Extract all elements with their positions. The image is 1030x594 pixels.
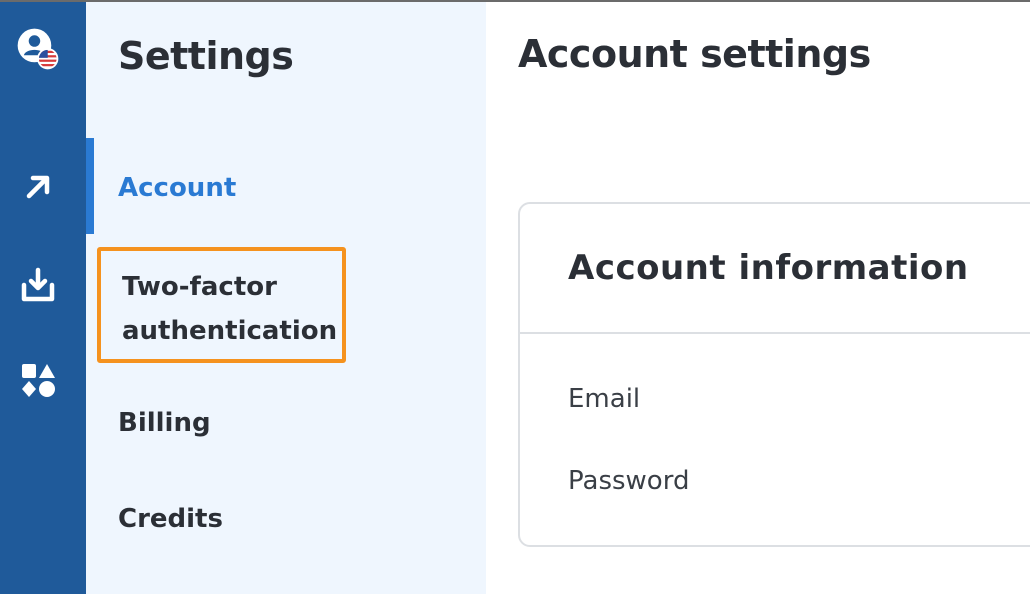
- sidebar-item-credits[interactable]: Credits: [118, 497, 223, 541]
- active-indicator: [86, 138, 94, 234]
- sidebar-item-two-factor-authentication[interactable]: Two-factor authentication: [97, 247, 346, 363]
- sidebar-item-billing[interactable]: Billing: [118, 401, 211, 445]
- shapes-icon: [22, 364, 55, 397]
- apps-button[interactable]: [15, 357, 61, 403]
- downloads-button[interactable]: [15, 262, 61, 308]
- open-external-button[interactable]: [15, 164, 61, 210]
- arrow-up-right-icon: [26, 175, 50, 199]
- card-title: Account information: [568, 248, 969, 288]
- settings-sidebar: Settings Account Two-factor authenticati…: [86, 2, 486, 594]
- sidebar-item-label: Two-factor authentication: [122, 272, 338, 346]
- user-flag-icon: [17, 28, 59, 70]
- email-label: Email: [568, 384, 641, 414]
- account-information-card: Account information Email Password: [518, 202, 1030, 547]
- password-label: Password: [568, 466, 690, 496]
- account-avatar-button[interactable]: [15, 26, 61, 72]
- download-icon: [21, 267, 55, 302]
- sidebar-item-account[interactable]: Account: [118, 166, 236, 210]
- card-header: Account information: [520, 204, 1030, 334]
- page-title: Account settings: [518, 32, 871, 76]
- sidebar-title: Settings: [118, 34, 294, 78]
- icon-rail: [0, 2, 86, 594]
